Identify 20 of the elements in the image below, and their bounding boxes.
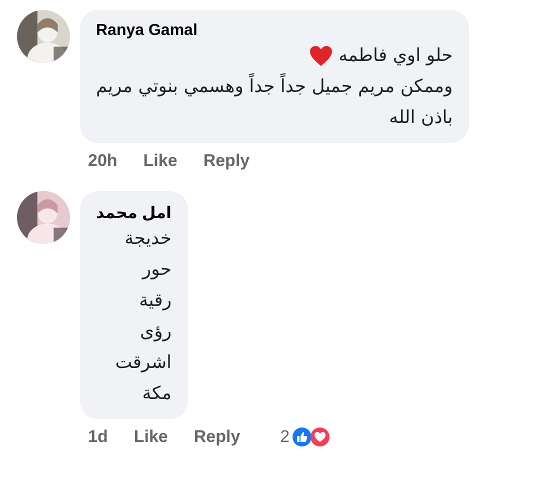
comment-text: رقية [139,289,172,313]
comment-text: مكة [142,382,172,406]
thumbs-up-icon[interactable] [292,427,312,447]
comment-text: باذن الله [389,106,453,130]
author-name[interactable]: امل محمد [96,203,172,223]
like-link[interactable]: Like [134,427,168,447]
comment-text: حلو اوي فاطمه [338,44,453,68]
comment-text: حور [142,258,172,282]
love-reaction-icon[interactable] [310,427,330,447]
comment-text: وممكن مريم جميل جداً جداً وهسمي بنوتي مريم [96,71,453,102]
comment-text: اشرقت [115,351,172,375]
reply-link[interactable]: Reply [203,151,250,171]
like-link[interactable]: Like [143,151,178,171]
reply-link[interactable]: Reply [194,427,240,447]
reaction-count[interactable]: 2 [280,427,290,447]
timestamp[interactable]: 1d [88,427,108,447]
comment-text: خديجة [124,227,172,251]
comment-text: رؤى [140,320,172,344]
author-name[interactable]: Ranya Gamal [96,22,453,40]
timestamp[interactable]: 20h [88,151,118,171]
